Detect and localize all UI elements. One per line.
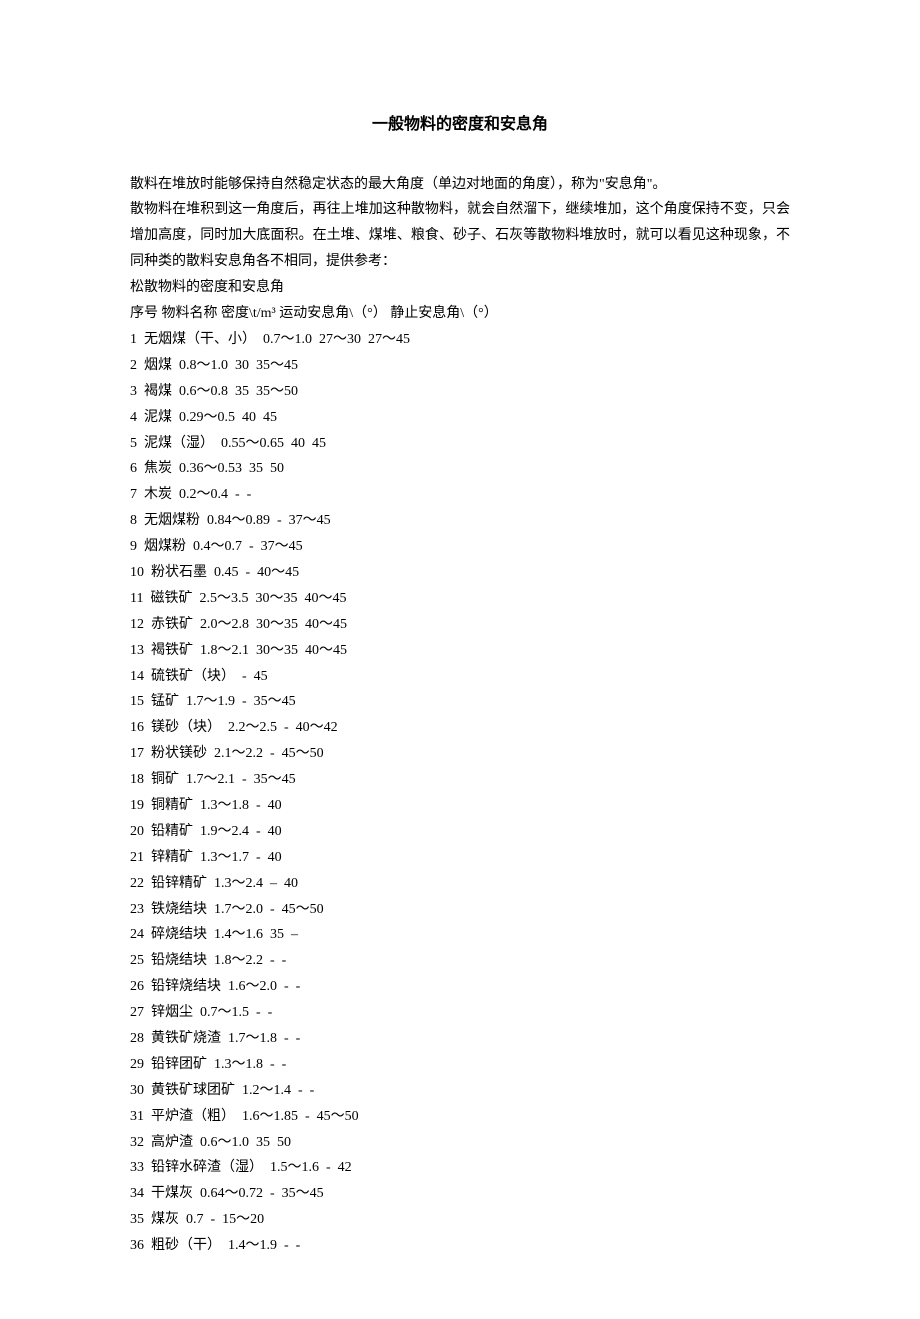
page-title: 一般物料的密度和安息角: [130, 110, 790, 140]
table-row: 28 黄铁矿烧渣 1.7～1.8 - -: [130, 1026, 790, 1052]
table-row: 20 铅精矿 1.9～2.4 - 40: [130, 819, 790, 845]
table-row: 35 煤灰 0.7 - 15～20: [130, 1207, 790, 1233]
table-row: 24 碎烧结块 1.4～1.6 35 –: [130, 922, 790, 948]
table-header: 序号 物料名称 密度\t/m³ 运动安息角\（°） 静止安息角\（°）: [130, 301, 790, 327]
table-row: 23 铁烧结块 1.7～2.0 - 45～50: [130, 897, 790, 923]
table-row: 11 磁铁矿 2.5～3.5 30～35 40～45: [130, 586, 790, 612]
table-row: 7 木炭 0.2～0.4 - -: [130, 482, 790, 508]
table-row: 27 锌烟尘 0.7～1.5 - -: [130, 1000, 790, 1026]
table-row: 31 平炉渣（粗） 1.6～1.85 - 45～50: [130, 1104, 790, 1130]
table-row: 29 铅锌团矿 1.3～1.8 - -: [130, 1052, 790, 1078]
table-row: 30 黄铁矿球团矿 1.2～1.4 - -: [130, 1078, 790, 1104]
table-row: 17 粉状镁砂 2.1～2.2 - 45～50: [130, 741, 790, 767]
intro-block: 散料在堆放时能够保持自然稳定状态的最大角度（单边对地面的角度），称为"安息角"。…: [130, 172, 790, 301]
table-row: 2 烟煤 0.8～1.0 30 35～45: [130, 353, 790, 379]
table-row: 12 赤铁矿 2.0～2.8 30～35 40～45: [130, 612, 790, 638]
table-row: 13 褐铁矿 1.8～2.1 30～35 40～45: [130, 638, 790, 664]
table-row: 19 铜精矿 1.3～1.8 - 40: [130, 793, 790, 819]
col-index: 序号: [130, 306, 158, 321]
table-row: 16 镁砂（块） 2.2～2.5 - 40～42: [130, 715, 790, 741]
table-row: 10 粉状石墨 0.45 - 40～45: [130, 560, 790, 586]
table-row: 5 泥煤（湿） 0.55～0.65 40 45: [130, 431, 790, 457]
table-row: 26 铅锌烧结块 1.6～2.0 - -: [130, 974, 790, 1000]
table-row: 1 无烟煤（干、小） 0.7～1.0 27～30 27～45: [130, 327, 790, 353]
section-label: 松散物料的密度和安息角: [130, 275, 790, 301]
table-row: 25 铅烧结块 1.8～2.2 - -: [130, 948, 790, 974]
col-density: 密度\t/m³: [221, 306, 276, 321]
table-row: 32 高炉渣 0.6～1.0 35 50: [130, 1130, 790, 1156]
table-row: 18 铜矿 1.7～2.1 - 35～45: [130, 767, 790, 793]
table-row: 9 烟煤粉 0.4～0.7 - 37～45: [130, 534, 790, 560]
intro-paragraph-2: 散物料在堆积到这一角度后，再往上堆加这种散物料，就会自然溜下，继续堆加，这个角度…: [130, 197, 790, 275]
table-body: 1 无烟煤（干、小） 0.7～1.0 27～30 27～452 烟煤 0.8～1…: [130, 327, 790, 1259]
table-row: 4 泥煤 0.29～0.5 40 45: [130, 405, 790, 431]
col-name: 物料名称: [162, 306, 218, 321]
intro-paragraph-1: 散料在堆放时能够保持自然稳定状态的最大角度（单边对地面的角度），称为"安息角"。: [130, 172, 790, 198]
table-row: 22 铅锌精矿 1.3～2.4 – 40: [130, 871, 790, 897]
table-row: 8 无烟煤粉 0.84～0.89 - 37～45: [130, 508, 790, 534]
table-row: 15 锰矿 1.7～1.9 - 35～45: [130, 689, 790, 715]
table-row: 14 硫铁矿（块） - 45: [130, 664, 790, 690]
table-row: 21 锌精矿 1.3～1.7 - 40: [130, 845, 790, 871]
table-row: 33 铅锌水碎渣（湿） 1.5～1.6 - 42: [130, 1155, 790, 1181]
table-row: 6 焦炭 0.36～0.53 35 50: [130, 456, 790, 482]
table-row: 36 粗砂（干） 1.4～1.9 - -: [130, 1233, 790, 1259]
table-row: 3 褐煤 0.6～0.8 35 35～50: [130, 379, 790, 405]
col-static-angle: 静止安息角\（°）: [390, 306, 498, 321]
col-moving-angle: 运动安息角\（°）: [279, 306, 387, 321]
table-row: 34 干煤灰 0.64～0.72 - 35～45: [130, 1181, 790, 1207]
